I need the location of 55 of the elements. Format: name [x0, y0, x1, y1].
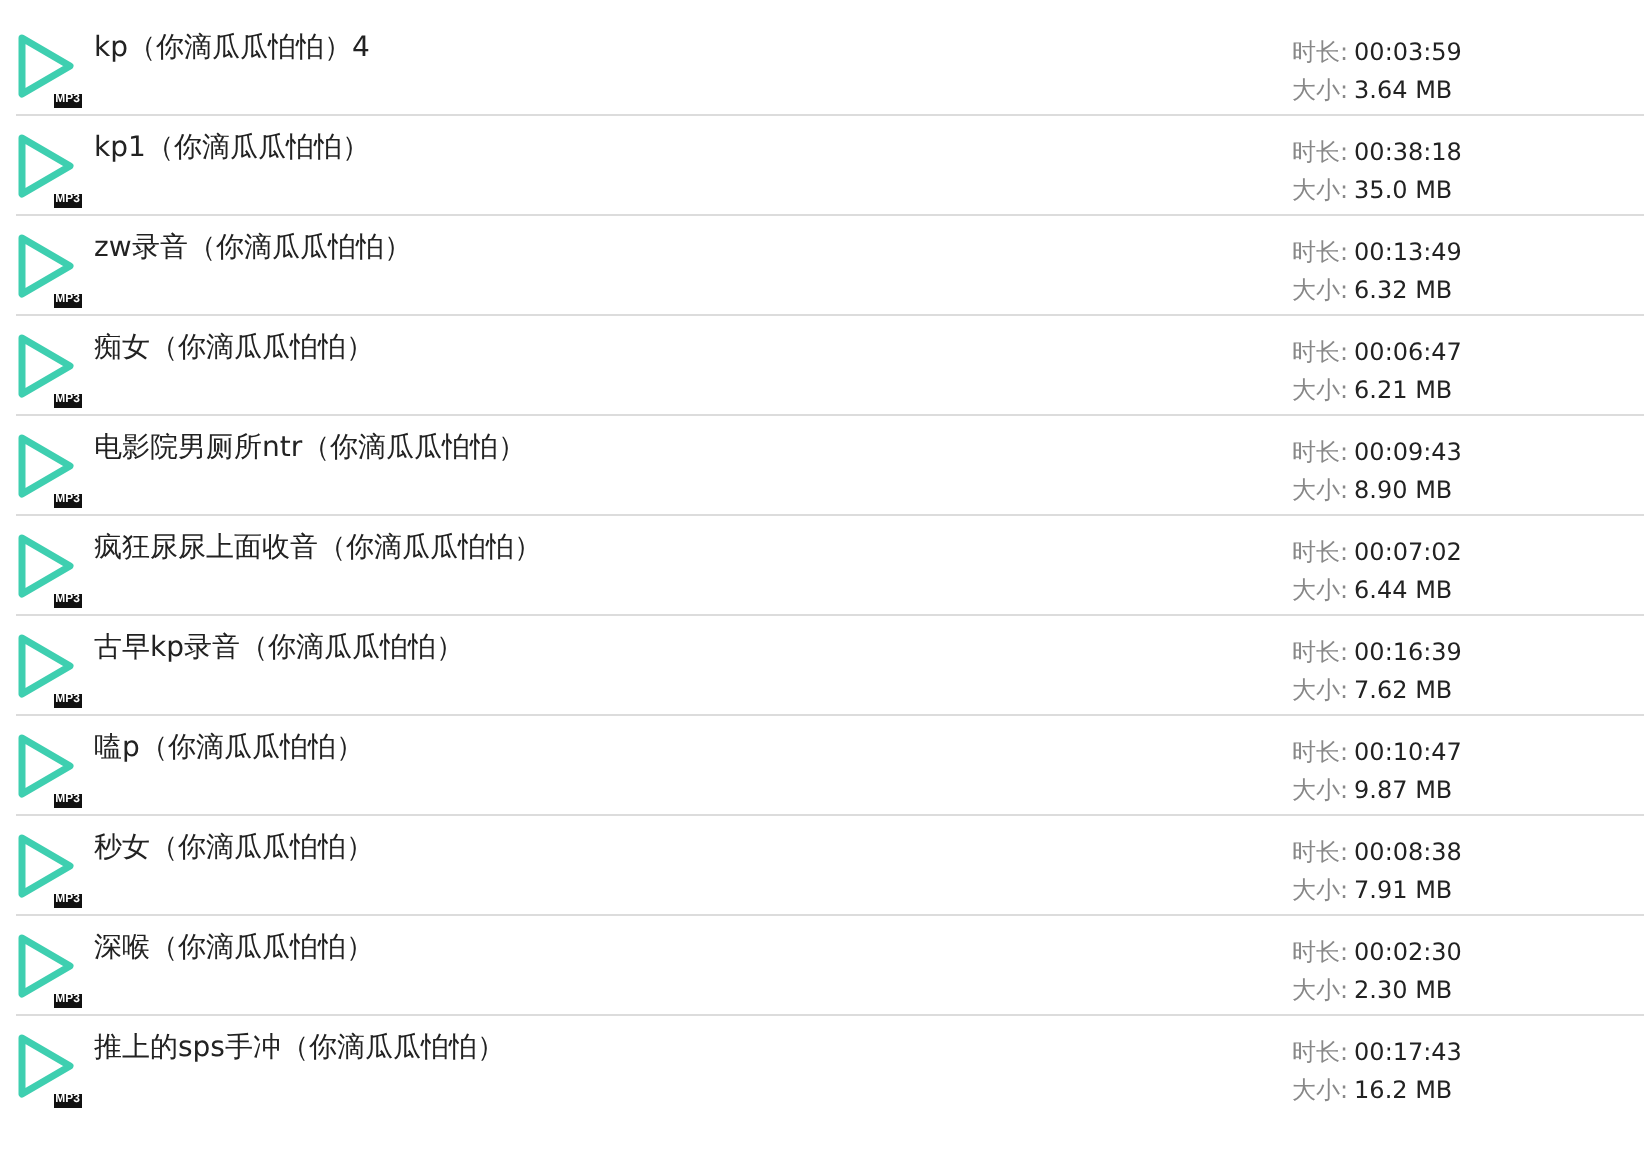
size-value: 16.2 MB	[1354, 1074, 1453, 1106]
size-label: 大小:	[1292, 574, 1349, 606]
size-label: 大小:	[1292, 874, 1349, 906]
size-value: 9.87 MB	[1354, 774, 1453, 806]
duration-value: 00:09:43	[1354, 436, 1462, 468]
size-label: 大小:	[1292, 974, 1349, 1006]
size-label: 大小:	[1292, 674, 1349, 706]
duration-label: 时长:	[1292, 636, 1349, 668]
file-name[interactable]: kp（你滴瓜瓜怕怕）4	[94, 30, 1292, 66]
duration-label: 时长:	[1292, 136, 1349, 168]
file-name[interactable]: 痴女（你滴瓜瓜怕怕）	[94, 330, 1292, 366]
size-value: 6.44 MB	[1354, 574, 1453, 606]
size-label: 大小:	[1292, 774, 1349, 806]
duration-value: 00:03:59	[1354, 36, 1462, 68]
duration-value: 00:06:47	[1354, 336, 1462, 368]
size-label: 大小:	[1292, 474, 1349, 506]
size-label: 大小:	[1292, 174, 1349, 206]
size-value: 6.21 MB	[1354, 374, 1453, 406]
duration-value: 00:13:49	[1354, 236, 1462, 268]
size-label: 大小:	[1292, 1074, 1349, 1106]
duration-label: 时长:	[1292, 836, 1349, 868]
size-value: 6.32 MB	[1354, 274, 1453, 306]
duration-value: 00:38:18	[1354, 136, 1462, 168]
file-name[interactable]: 深喉（你滴瓜瓜怕怕）	[94, 930, 1292, 966]
size-value: 2.30 MB	[1354, 974, 1453, 1006]
file-name[interactable]: 电影院男厕所ntr（你滴瓜瓜怕怕）	[94, 430, 1292, 466]
size-value: 3.64 MB	[1354, 74, 1453, 106]
size-value: 35.0 MB	[1354, 174, 1453, 206]
size-value: 7.62 MB	[1354, 674, 1453, 706]
duration-value: 00:08:38	[1354, 836, 1462, 868]
file-name[interactable]: 秒女（你滴瓜瓜怕怕）	[94, 830, 1292, 866]
size-label: 大小:	[1292, 74, 1349, 106]
file-name[interactable]: 古早kp录音（你滴瓜瓜怕怕）	[94, 630, 1292, 666]
file-name[interactable]: kp1（你滴瓜瓜怕怕）	[94, 130, 1292, 166]
size-label: 大小:	[1292, 374, 1349, 406]
file-name[interactable]: 疯狂尿尿上面收音（你滴瓜瓜怕怕）	[94, 530, 1292, 566]
file-name[interactable]: 嗑p（你滴瓜瓜怕怕）	[94, 730, 1292, 766]
duration-label: 时长:	[1292, 236, 1349, 268]
duration-label: 时长:	[1292, 36, 1349, 68]
size-label: 大小:	[1292, 274, 1349, 306]
duration-label: 时长:	[1292, 336, 1349, 368]
duration-value: 00:07:02	[1354, 536, 1462, 568]
duration-value: 00:10:47	[1354, 736, 1462, 768]
duration-value: 00:16:39	[1354, 636, 1462, 668]
duration-label: 时长:	[1292, 736, 1349, 768]
duration-value: 00:17:43	[1354, 1036, 1462, 1068]
duration-label: 时长:	[1292, 536, 1349, 568]
duration-label: 时长:	[1292, 936, 1349, 968]
duration-label: 时长:	[1292, 436, 1349, 468]
size-value: 8.90 MB	[1354, 474, 1453, 506]
duration-label: 时长:	[1292, 1036, 1349, 1068]
file-name[interactable]: zw录音（你滴瓜瓜怕怕）	[94, 230, 1292, 266]
file-name[interactable]: 推上的sps手冲（你滴瓜瓜怕怕）	[94, 1030, 1292, 1066]
size-value: 7.91 MB	[1354, 874, 1453, 906]
duration-value: 00:02:30	[1354, 936, 1462, 968]
